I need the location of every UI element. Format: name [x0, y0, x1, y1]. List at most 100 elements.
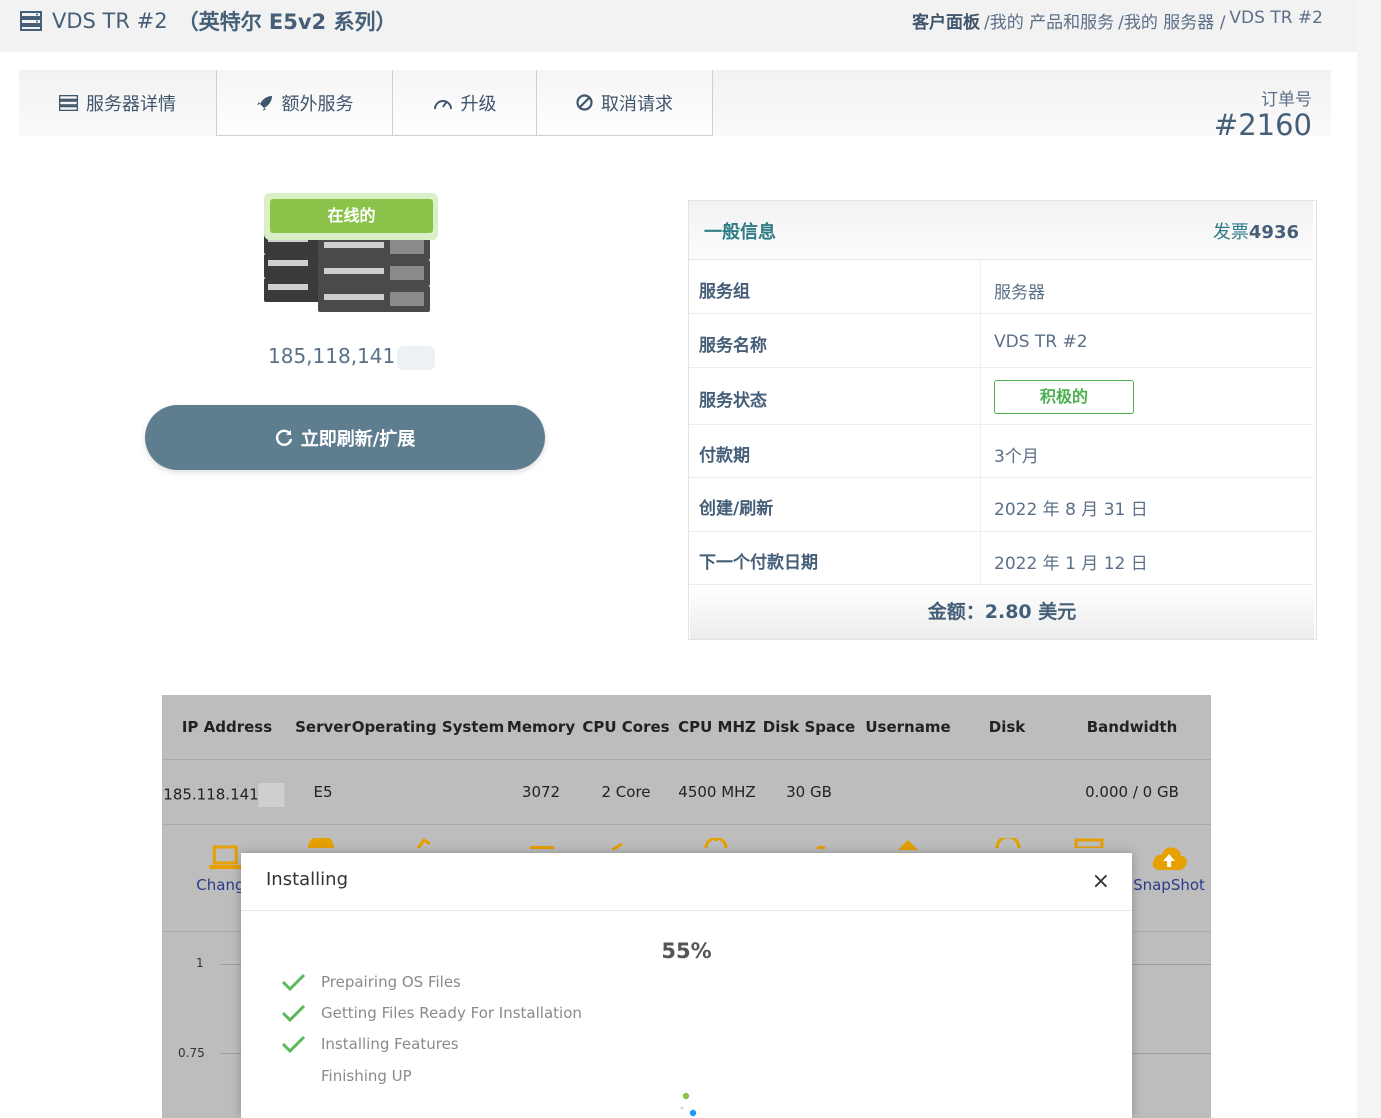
install-step: Getting Files Ready For Installation — [281, 1001, 582, 1025]
column-header: IP Address — [181, 718, 273, 736]
online-status-badge: 在线的 — [264, 193, 438, 240]
power-icon[interactable] — [306, 838, 336, 848]
title-main: VDS TR #2 — [52, 9, 168, 33]
invoice-prefix: 发票 — [1212, 222, 1249, 243]
info-value: 3个月 — [994, 447, 1039, 467]
column-header: Bandwidth — [1086, 718, 1178, 736]
check-icon — [281, 1004, 306, 1023]
breadcrumb-item-servers[interactable]: /我的 服务器 / — [1118, 8, 1225, 33]
tab-label: 升级 — [460, 93, 497, 115]
info-value: 2022 年 1 月 12 日 — [994, 554, 1148, 574]
info-row-service-status: 服务状态 积极的 — [689, 368, 1313, 425]
info-row-service-name: 服务名称 VDS TR #2 — [689, 314, 1313, 368]
cloud-upload-icon — [1152, 847, 1187, 870]
home-icon[interactable] — [896, 838, 920, 850]
laptop-icon — [209, 845, 241, 869]
server-icon — [20, 11, 42, 31]
cell-ip: 185.118.141 — [163, 783, 285, 807]
action-label: SnapShot — [1133, 876, 1205, 894]
clock-icon[interactable] — [994, 838, 1022, 848]
info-value: 服务器 — [994, 283, 1045, 303]
modal-header: Installing × — [241, 853, 1132, 911]
column-header: CPU Cores — [582, 718, 670, 736]
install-step-label: Installing Features — [321, 1035, 459, 1053]
breadcrumb-item-current: VDS TR #2 — [1229, 8, 1323, 28]
installing-modal: Installing × 55% Prepairing OS Files Get… — [241, 853, 1132, 1118]
y-tick-label: 0.75 — [178, 1046, 205, 1060]
ip-redaction — [397, 345, 436, 370]
check-icon — [281, 1035, 306, 1054]
column-header: Disk Space — [762, 718, 856, 736]
dot-icon[interactable] — [817, 846, 825, 850]
column-header: Operating System — [351, 718, 505, 736]
ip-redaction — [258, 783, 285, 807]
info-row-billing-cycle: 付款期 3个月 — [689, 425, 1313, 478]
info-row-service-group: 服务组 服务器 — [689, 260, 1313, 314]
page-header: VDS TR #2 （英特尔 E5v2 系列） 客户面板 /我的 产品和服务 /… — [0, 0, 1357, 52]
refresh-icon — [275, 429, 292, 446]
reload-icon[interactable] — [414, 838, 434, 848]
tab-label: 取消请求 — [601, 93, 673, 115]
install-step: Finishing UP — [281, 1064, 412, 1088]
invoice-number: 4936 — [1248, 222, 1299, 243]
cell-memory: 3072 — [521, 783, 561, 801]
info-key: 付款期 — [699, 446, 750, 466]
tab-upgrade[interactable]: 升级 — [393, 70, 537, 136]
table-header: IP Address Server Operating System Memor… — [162, 695, 1211, 760]
info-row-created: 创建/刷新 2022 年 8 月 31 日 — [689, 478, 1313, 532]
cell-ip-text: 185.118.141 — [163, 785, 259, 804]
info-value: VDS TR #2 — [994, 332, 1088, 352]
breadcrumb: 客户面板 /我的 产品和服务 /我的 服务器 / VDS TR #2 — [912, 8, 1323, 33]
info-key: 服务组 — [699, 282, 750, 302]
breadcrumb-item-client-panel[interactable]: 客户面板 — [912, 8, 980, 33]
install-step: Installing Features — [281, 1032, 459, 1056]
y-tick-label: 1 — [196, 956, 204, 970]
cell-bandwidth: 0.000 / 0 GB — [1085, 783, 1179, 801]
tab-server-details[interactable]: 服务器详情 — [19, 70, 216, 136]
general-info-title: 一般信息 — [704, 222, 776, 243]
order-number: #2160 — [1213, 108, 1312, 142]
page-title: VDS TR #2 （英特尔 E5v2 系列） — [20, 6, 396, 36]
tab-bar: 服务器详情 额外服务 升级 取消请求 订单号 #2160 — [19, 70, 1331, 142]
column-header: Username — [865, 718, 951, 736]
tab-extra-services[interactable]: 额外服务 — [216, 70, 393, 136]
online-status-label: 在线的 — [270, 199, 433, 233]
calendar-icon[interactable] — [1074, 838, 1104, 848]
install-step-label: Finishing UP — [321, 1067, 412, 1085]
order-number-label: 订单号 — [1261, 90, 1312, 110]
column-header: Server — [295, 718, 351, 736]
arrow-icon[interactable] — [612, 842, 626, 850]
breadcrumb-item-products[interactable]: /我的 产品和服务 — [984, 8, 1114, 33]
ban-icon — [576, 94, 593, 111]
renew-extend-button[interactable]: 立即刷新/扩展 — [145, 405, 545, 470]
column-header: Memory — [506, 718, 576, 736]
info-row-next-due: 下一个付款日期 2022 年 1 月 12 日 — [689, 532, 1313, 585]
console-icon[interactable] — [530, 844, 554, 850]
install-step-label: Prepairing OS Files — [321, 973, 461, 991]
server-ip: 185,118,141 — [268, 344, 436, 370]
tab-cancel-request[interactable]: 取消请求 — [537, 70, 713, 136]
install-step-label: Getting Files Ready For Installation — [321, 1004, 582, 1022]
info-key: 创建/刷新 — [699, 499, 774, 519]
snapshot-button[interactable]: SnapShot — [1133, 844, 1205, 894]
scrollbar-gutter[interactable] — [1357, 0, 1381, 1118]
cell-disk-space: 30 GB — [786, 783, 832, 801]
rocket-icon — [256, 95, 272, 111]
info-key: 服务名称 — [699, 336, 767, 356]
cell-server: E5 — [313, 783, 333, 801]
info-key: 下一个付款日期 — [699, 553, 818, 573]
timer-icon[interactable] — [702, 838, 730, 848]
title-suffix: （英特尔 E5v2 系列） — [177, 10, 397, 34]
info-value: 2022 年 8 月 31 日 — [994, 500, 1148, 520]
info-key: 服务状态 — [699, 391, 767, 411]
column-header: CPU MHZ — [678, 718, 756, 736]
tab-label: 额外服务 — [281, 93, 354, 115]
loading-spinner-icon — [680, 1092, 697, 1117]
close-button[interactable]: × — [1092, 869, 1110, 894]
invoice-link[interactable]: 发票4936 — [1213, 218, 1299, 244]
gauge-icon — [433, 99, 452, 109]
server-ip-text: 185,118,141 — [268, 344, 396, 368]
progress-percentage: 55% — [661, 939, 712, 963]
service-status-badge: 积极的 — [994, 380, 1134, 414]
tab-label: 服务器详情 — [86, 94, 176, 115]
